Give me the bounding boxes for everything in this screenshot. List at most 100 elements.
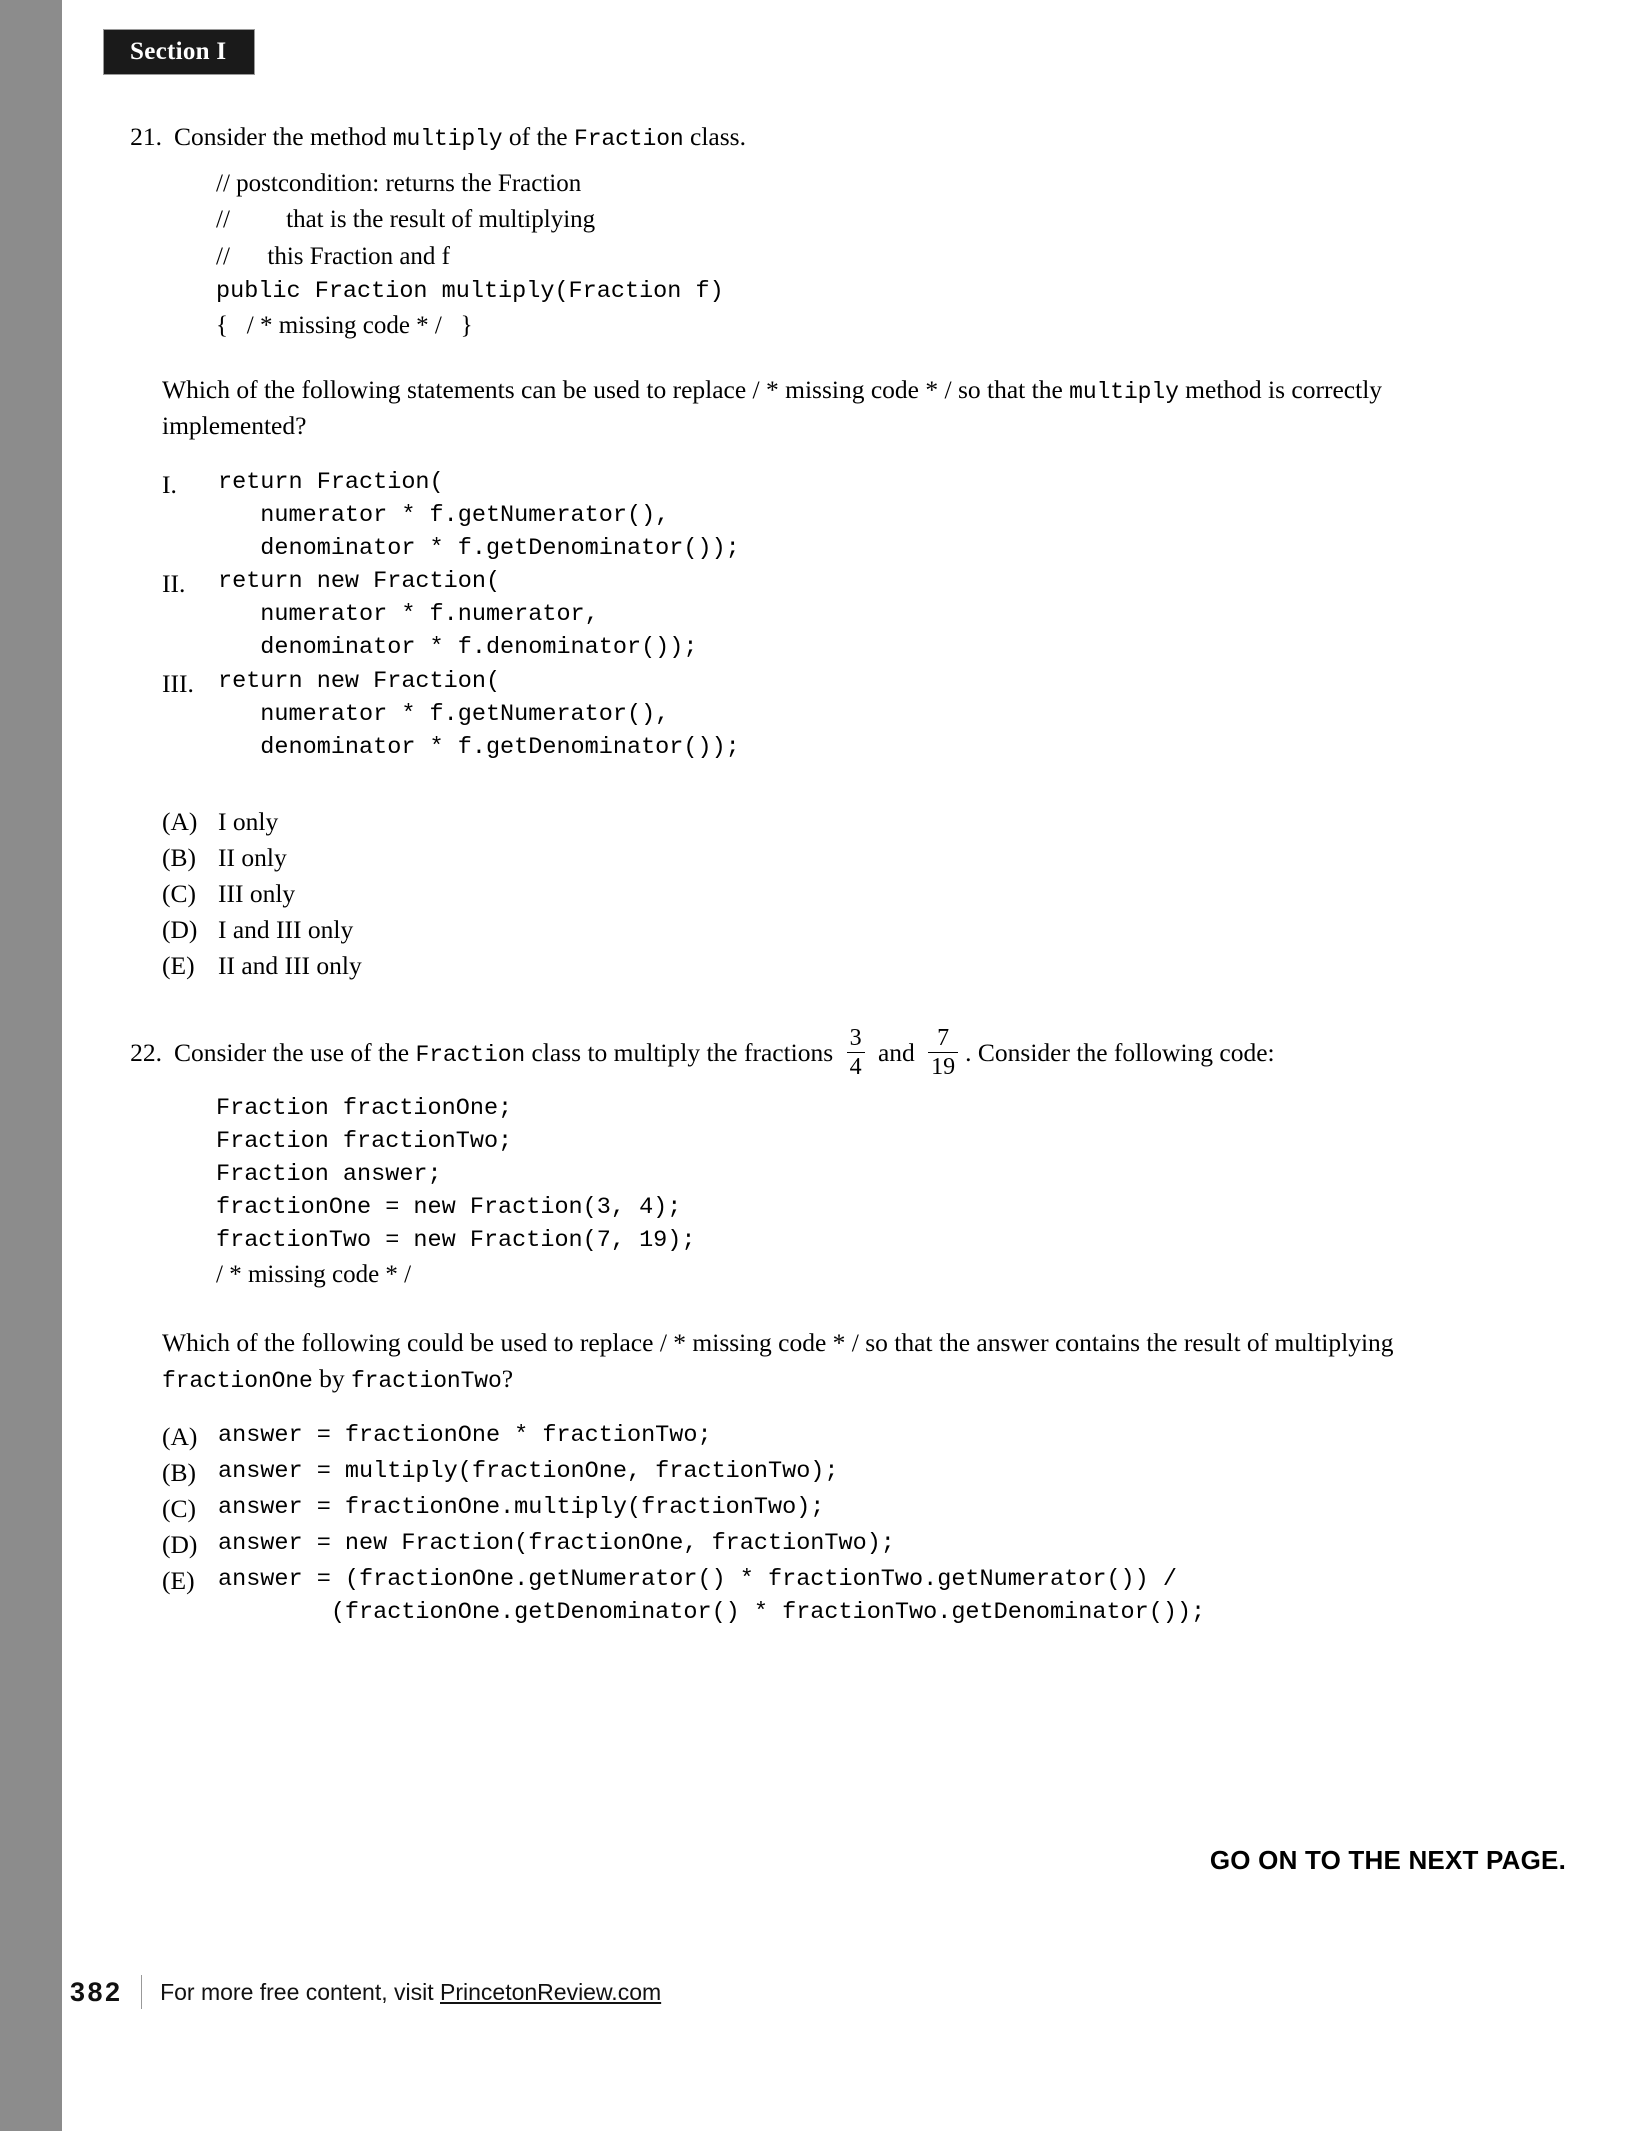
choice-21-E-label: (E) — [162, 950, 195, 980]
prompt22-missing-code: / * missing code * / — [659, 1328, 866, 1358]
stem-text-part-2: of the — [502, 122, 574, 151]
choice-22-E-text: answer = (fractionOne.getNumerator() * f… — [218, 1566, 1206, 1627]
prompt22-part-c: so that the answer contains the result o… — [865, 1328, 1394, 1358]
choice-21-C-text: III only — [218, 878, 296, 908]
roman-option-III[interactable]: III. return new Fraction( numerator * f.… — [162, 665, 1564, 764]
choice-22-D[interactable]: (D) answer = new Fraction(fractionOne, f… — [162, 1527, 1564, 1563]
stem-mono-fraction: Fraction — [574, 126, 684, 152]
question-22-number: 22. — [130, 1037, 162, 1067]
choice-21-D[interactable]: (D) I and III only — [162, 912, 1564, 948]
section-tag: Section I — [104, 30, 255, 74]
choice-21-B[interactable]: (B) II only — [162, 840, 1564, 876]
stem22-mono-fraction: Fraction — [415, 1041, 526, 1068]
choice-21-A[interactable]: (A) I only — [162, 804, 1564, 840]
choice-22-A-label: (A) — [162, 1422, 198, 1452]
go-on-notice: GO ON TO THE NEXT PAGE. — [1209, 1845, 1566, 1875]
q22-code-line-4: fractionOne = new Fraction(3, 4); — [216, 1194, 682, 1222]
choice-21-E[interactable]: (E) II and III only — [162, 948, 1564, 984]
roman-option-I[interactable]: I. return Fraction( numerator * f.getNum… — [162, 466, 1564, 565]
stem22-part-3: and — [871, 1037, 922, 1067]
choice-22-B-text: answer = multiply(fractionOne, fractionT… — [218, 1458, 839, 1486]
choice-21-A-text: I only — [218, 806, 279, 836]
question-22-code-block: Fraction fractionOne; Fraction fractionT… — [216, 1092, 1564, 1294]
q22-code-line-1: Fraction fractionOne; — [216, 1094, 513, 1122]
prompt-part-a: Which of the following statements can be… — [162, 374, 753, 404]
choice-21-D-text: I and III only — [218, 914, 354, 944]
fraction-2-denominator: 19 — [931, 1054, 956, 1081]
question-22-stem-text: Consider the use of the Fraction class t… — [174, 1024, 1564, 1082]
roman-option-II-label: II. — [162, 569, 186, 599]
fraction-three-fourths: 34 — [846, 1024, 865, 1081]
question-21-roman-options: I. return Fraction( numerator * f.getNum… — [162, 466, 1564, 764]
question-21: 21. Consider the method multiply of the … — [104, 120, 1564, 984]
roman-option-I-code: return Fraction( numerator * f.getNumera… — [218, 466, 740, 565]
footer-blurb-text: For more free content, visit — [160, 1978, 440, 2005]
footer-page-number: 382 — [70, 1976, 123, 2007]
q22-code-line-2: Fraction fractionTwo; — [216, 1127, 513, 1155]
prompt-missing-code: / * missing code * / — [752, 374, 958, 404]
roman-III-line-3: denominator * f.getDenominator()); — [218, 733, 740, 761]
choice-21-C-label: (C) — [162, 878, 196, 908]
choice-21-B-text: II only — [218, 842, 287, 872]
exam-page: Section I 21. Consider the method multip… — [0, 0, 1640, 2131]
footer-blurb: For more free content, visit PrincetonRe… — [160, 1979, 661, 2006]
choice-21-B-label: (B) — [162, 842, 196, 872]
code-missing-code-line: { / * missing code * / } — [216, 311, 473, 339]
q22-code-line-3: Fraction answer; — [216, 1160, 442, 1188]
choice-22-B-label: (B) — [162, 1458, 196, 1488]
roman-option-II-code: return new Fraction( numerator * f.numer… — [218, 565, 697, 664]
q22-code-missing-code-line: / * missing code * / — [216, 1261, 412, 1289]
roman-III-line-2: numerator * f.getNumerator(), — [218, 700, 670, 728]
question-21-choices: (A) I only (B) II only (C) III only (D) … — [162, 804, 1564, 984]
fraction-seven-nineteenths: 7 19 — [928, 1024, 959, 1081]
code-signature-line: public Fraction multiply(Fraction f) — [216, 277, 724, 305]
choice-21-A-label: (A) — [162, 806, 198, 836]
roman-I-line-3: denominator * f.getDenominator()); — [218, 535, 740, 563]
question-22-choices: (A) answer = fractionOne * fractionTwo; … — [162, 1419, 1564, 1629]
roman-option-I-label: I. — [162, 469, 177, 499]
fraction-1-denominator: 4 — [849, 1054, 862, 1081]
choice-21-C[interactable]: (C) III only — [162, 876, 1564, 912]
question-21-prompt: Which of the following statements can be… — [162, 372, 1432, 444]
roman-II-line-3: denominator * f.denominator()); — [218, 634, 698, 662]
footer-site-link[interactable]: PrincetonReview.com — [440, 1979, 661, 2005]
fraction-1-bar — [846, 1052, 865, 1054]
question-21-number: 21. — [130, 122, 162, 151]
roman-option-III-label: III. — [162, 668, 194, 698]
choice-22-E[interactable]: (E) answer = (fractionOne.getNumerator()… — [162, 1563, 1564, 1629]
prompt22-part-e: by — [312, 1364, 351, 1394]
choice-22-C[interactable]: (C) answer = fractionOne.multiply(fracti… — [162, 1491, 1564, 1527]
fraction-1-numerator: 3 — [849, 1024, 862, 1051]
page-left-gutter — [0, 0, 62, 2131]
prompt22-mono-fractiontwo: fractionTwo — [350, 1368, 502, 1395]
questions-container: 21. Consider the method multiply of the … — [104, 120, 1564, 1629]
page-content-area: Section I 21. Consider the method multip… — [62, 0, 1640, 2131]
question-21-code-block: // postcondition: returns the Fraction /… — [216, 166, 1564, 344]
stem22-part-1: Consider the use of the — [174, 1037, 416, 1067]
code-comment-line-2: // that is the result of multiplying — [216, 206, 596, 234]
choice-22-D-label: (D) — [162, 1530, 198, 1560]
roman-II-line-1: return new Fraction( — [218, 568, 501, 596]
question-22: 22. Consider the use of the Fraction cla… — [104, 1024, 1564, 1630]
page-footer: 382 For more free content, visit Princet… — [70, 1975, 661, 2009]
choice-22-A[interactable]: (A) answer = fractionOne * fractionTwo; — [162, 1419, 1564, 1455]
choice-21-E-text: II and III only — [218, 950, 362, 980]
roman-II-line-2: numerator * f.numerator, — [218, 601, 599, 629]
roman-I-line-2: numerator * f.getNumerator(), — [218, 501, 670, 529]
fraction-2-numerator: 7 — [937, 1024, 950, 1051]
choice-22-D-text: answer = new Fraction(fractionOne, fract… — [218, 1530, 895, 1558]
choice-21-D-label: (D) — [162, 914, 198, 944]
roman-III-line-1: return new Fraction( — [218, 667, 501, 695]
question-21-stem-text: Consider the method multiply of the Frac… — [174, 120, 1564, 154]
stem22-part-4: . Consider the following code: — [965, 1037, 1275, 1067]
question-21-stem: 21. Consider the method multiply of the … — [104, 120, 1564, 154]
roman-option-II[interactable]: II. return new Fraction( numerator * f.n… — [162, 565, 1564, 664]
prompt22-mono-fractionone: fractionOne — [162, 1368, 313, 1395]
footer-divider — [140, 1975, 143, 2009]
roman-I-line-1: return Fraction( — [218, 468, 444, 496]
fraction-2-bar — [928, 1052, 959, 1054]
roman-option-III-code: return new Fraction( numerator * f.getNu… — [218, 665, 740, 764]
code-comment-line-3: // this Fraction and f — [216, 242, 450, 270]
choice-22-B[interactable]: (B) answer = multiply(fractionOne, fract… — [162, 1455, 1564, 1491]
question-22-prompt: Which of the following could be used to … — [162, 1325, 1462, 1397]
